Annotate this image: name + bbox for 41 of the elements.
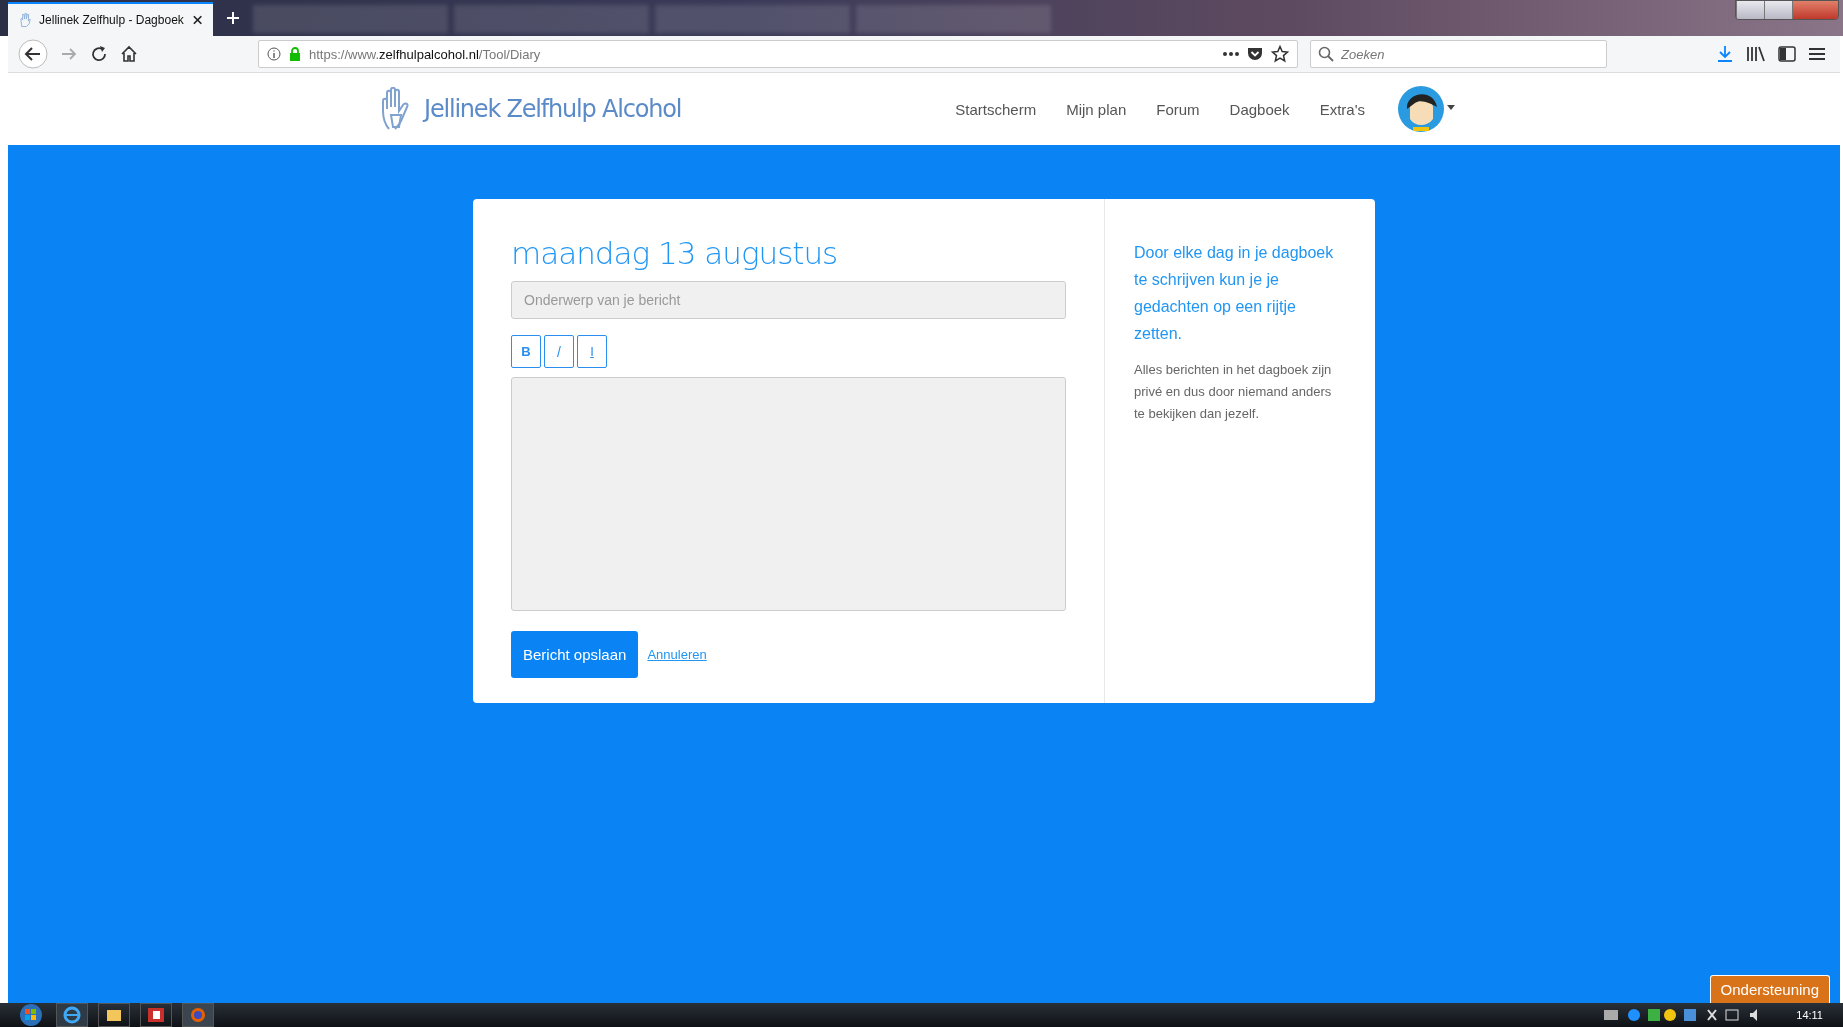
browser-tab[interactable]: Jellinek Zelfhulp - Dagboek [8, 2, 213, 36]
intro-text: Door elke dag in je dagboek te schrijven kun je je gedachten op een rijtje zetten. [1134, 243, 1334, 344]
hand-icon [18, 12, 32, 28]
reload-icon[interactable] [90, 45, 108, 63]
home-icon[interactable] [120, 45, 138, 63]
download-icon[interactable] [1716, 45, 1734, 63]
underline-button[interactable]: I [577, 335, 607, 368]
diary-date-heading: maandag 13 augustus [511, 235, 839, 271]
site-logo-text[interactable]: Jellinek Zelfhulp Alcohol [424, 95, 682, 123]
folder-icon[interactable] [98, 1003, 130, 1027]
avatar-icon[interactable] [1397, 85, 1455, 133]
menu-icon[interactable] [1808, 46, 1826, 62]
save-button[interactable]: Bericht opslaan [511, 631, 639, 678]
info-icon [267, 47, 281, 61]
nav-link[interactable]: Startscherm [955, 100, 1037, 118]
subject-field[interactable]: Onderwerp van je bericht [511, 281, 1066, 319]
nav-link[interactable]: Extra's [1319, 100, 1365, 118]
window-controls[interactable] [1735, 0, 1839, 20]
lock-icon [289, 47, 301, 61]
plus-icon[interactable] [225, 10, 241, 26]
close-icon[interactable] [191, 14, 203, 26]
url-text: https://www.zelfhulpalcohol.nl/Tool/Diary [309, 46, 541, 62]
address-bar[interactable]: https://www.zelfhulpalcohol.nl/Tool/Diary [258, 40, 1298, 68]
nav-link[interactable]: Forum [1156, 100, 1200, 118]
back-icon[interactable] [18, 39, 48, 69]
pocket-icon[interactable] [1247, 46, 1263, 62]
more-icon[interactable] [1223, 52, 1239, 56]
search-icon [1318, 46, 1334, 62]
privacy-note: Alles berichten in het dagboek zijn privé en dus door niemand anders te bekijken dan jezelf. [1134, 361, 1333, 423]
nav-link[interactable]: Mijn plan [1066, 100, 1127, 118]
presentation-app-icon[interactable] [140, 1003, 172, 1027]
browser-e-icon[interactable] [56, 1003, 88, 1027]
nav-link[interactable]: Dagboek [1229, 100, 1290, 118]
italic-button[interactable]: / [544, 335, 574, 368]
sidebar-icon[interactable] [1778, 46, 1796, 62]
tab-title: Jellinek Zelfhulp - Dagboek [39, 13, 184, 27]
search-field[interactable]: Zoeken [1310, 40, 1607, 68]
star-icon[interactable] [1271, 45, 1289, 63]
clock-time[interactable]: 14:11 [1796, 1009, 1823, 1021]
message-field[interactable] [511, 377, 1066, 611]
library-icon[interactable] [1746, 45, 1766, 63]
